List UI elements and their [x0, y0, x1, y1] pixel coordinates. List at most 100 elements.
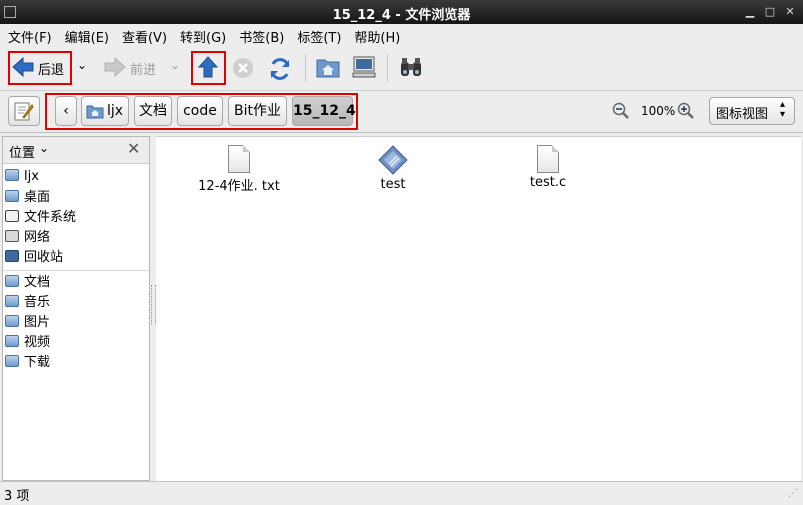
pictures-folder-icon — [5, 315, 19, 327]
sidebar-item-trash[interactable]: 回收站 — [5, 249, 63, 267]
chevron-left-icon: ‹ — [63, 103, 69, 119]
file-item[interactable]: test — [328, 145, 458, 192]
sidebar-item-pictures[interactable]: 图片 — [5, 314, 50, 332]
text-file-icon — [228, 145, 250, 173]
documents-folder-icon — [5, 275, 19, 287]
search-button[interactable] — [399, 56, 423, 80]
edit-location-button[interactable] — [8, 96, 40, 126]
sidebar-item-network[interactable]: 网络 — [5, 229, 50, 247]
computer-button[interactable] — [352, 56, 376, 80]
home-button[interactable] — [316, 56, 340, 80]
home-folder-icon — [5, 169, 19, 181]
text-file-icon — [537, 145, 559, 173]
highlight-up-button — [191, 51, 226, 85]
path-scroll-left-button[interactable]: ‹ — [55, 96, 77, 126]
sidebar-item-label: 文件系统 — [24, 210, 77, 225]
forward-history-chevron-icon[interactable]: ⌄ — [170, 58, 180, 72]
file-view: 12-4作业. txt test test.c — [156, 136, 801, 482]
chevron-down-icon: ⌄ — [39, 141, 50, 155]
sidebar-item-desktop[interactable]: 桌面 — [5, 189, 50, 207]
menu-view[interactable]: 查看(V) — [114, 24, 172, 46]
sidebar-header[interactable]: 位置 ⌄ ✕ — [3, 137, 149, 164]
toolbar-separator — [305, 54, 306, 82]
sidebar-item-label: 音乐 — [24, 295, 51, 310]
binoculars-icon — [401, 58, 421, 76]
sidebar-item-home[interactable]: ljx — [5, 168, 39, 186]
file-name: test.c — [529, 175, 567, 190]
zoom-out-icon — [612, 102, 629, 119]
stop-button[interactable] — [232, 57, 254, 79]
sidebar-item-music[interactable]: 音乐 — [5, 294, 50, 312]
window-title: 15_12_4 - 文件浏览器 — [332, 8, 471, 23]
menu-file[interactable]: 文件(F) — [0, 24, 57, 46]
back-history-chevron-icon[interactable]: ⌄ — [77, 58, 87, 72]
menu-help[interactable]: 帮助(H) — [346, 24, 405, 46]
trash-icon — [5, 250, 19, 262]
menu-bookmarks[interactable]: 书签(B) — [231, 24, 289, 46]
sidebar-item-filesystem[interactable]: 文件系统 — [5, 209, 76, 227]
status-bar: 3 项 ⋰ — [0, 481, 803, 505]
maximize-icon[interactable]: □ — [763, 5, 777, 19]
sidebar-item-videos[interactable]: 视频 — [5, 334, 50, 352]
highlight-back-button — [8, 51, 72, 85]
downloads-folder-icon — [5, 355, 19, 367]
sidebar-item-downloads[interactable]: 下载 — [5, 354, 50, 372]
network-icon — [5, 230, 19, 242]
sidebar-item-label: 网络 — [24, 230, 51, 245]
zoom-level[interactable]: 100% — [641, 104, 675, 118]
zoom-in-button[interactable] — [677, 102, 695, 124]
home-folder-icon — [86, 105, 104, 119]
reload-button[interactable] — [268, 57, 292, 81]
view-mode-select[interactable]: 图标视图 ▴ ▾ — [709, 97, 795, 125]
sidebar-item-label: 文档 — [24, 275, 51, 290]
videos-folder-icon — [5, 335, 19, 347]
forward-button[interactable]: 前进 — [104, 52, 164, 82]
minimize-icon[interactable]: ▁ — [743, 5, 757, 19]
path-item-current[interactable]: 15_12_4 — [292, 96, 356, 126]
path-item-documents[interactable]: 文档 — [134, 96, 172, 126]
menu-go[interactable]: 转到(G) — [172, 24, 231, 46]
title-bar: 15_12_4 - 文件浏览器 ▁ □ ✕ — [0, 0, 803, 24]
path-item-ljx[interactable]: ljx — [81, 96, 129, 126]
sidebar-divider — [3, 270, 149, 271]
close-sidebar-icon[interactable]: ✕ — [127, 139, 140, 158]
updown-chevron-icon: ▴ ▾ — [780, 99, 786, 120]
sidebar-item-documents[interactable]: 文档 — [5, 274, 50, 292]
sidebar: 位置 ⌄ ✕ ljx 桌面 文件系统 网络 回收站 文档 音乐 图片 视频 下载 — [2, 136, 150, 481]
path-item-label: ljx — [107, 103, 124, 119]
sidebar-item-label: 图片 — [24, 315, 51, 330]
edit-note-icon — [14, 102, 34, 121]
file-name: test — [380, 177, 406, 192]
drive-icon — [5, 210, 19, 222]
sidebar-type-label: 位置 — [9, 146, 36, 161]
executable-file-icon — [378, 145, 408, 175]
path-item-bit-homework[interactable]: Bit作业 — [228, 96, 287, 126]
status-text: 3 项 — [4, 489, 30, 504]
menu-tabs[interactable]: 标签(T) — [289, 24, 346, 46]
file-item[interactable]: 12-4作业. txt — [174, 145, 304, 194]
stop-icon — [233, 58, 253, 78]
desktop-folder-icon — [5, 190, 19, 202]
zoom-in-icon — [677, 102, 694, 119]
menu-bar: 文件(F) 编辑(E) 查看(V) 转到(G) 书签(B) 标签(T) 帮助(H) — [0, 24, 803, 46]
sidebar-item-label: ljx — [24, 169, 39, 184]
menu-edit[interactable]: 编辑(E) — [57, 24, 114, 46]
toolbar-separator — [387, 54, 388, 82]
home-folder-icon — [316, 59, 340, 78]
file-name: 12-4作业. txt — [198, 179, 280, 194]
sidebar-item-label: 视频 — [24, 335, 51, 350]
sidebar-item-label: 回收站 — [24, 250, 64, 265]
close-icon[interactable]: ✕ — [783, 5, 797, 19]
sidebar-item-label: 下载 — [24, 355, 51, 370]
music-folder-icon — [5, 295, 19, 307]
toolbar: 后退 ⌄ 前进 ⌄ — [0, 46, 803, 91]
zoom-out-button[interactable] — [612, 102, 630, 124]
path-item-code[interactable]: code — [177, 96, 223, 126]
forward-label: 前进 — [130, 63, 157, 78]
file-item[interactable]: test.c — [483, 145, 613, 190]
resize-grip-icon[interactable]: ⋰ — [788, 488, 798, 499]
computer-icon — [352, 56, 376, 78]
view-mode-label: 图标视图 — [716, 107, 769, 122]
reload-icon — [270, 58, 290, 80]
sidebar-item-label: 桌面 — [24, 190, 51, 205]
